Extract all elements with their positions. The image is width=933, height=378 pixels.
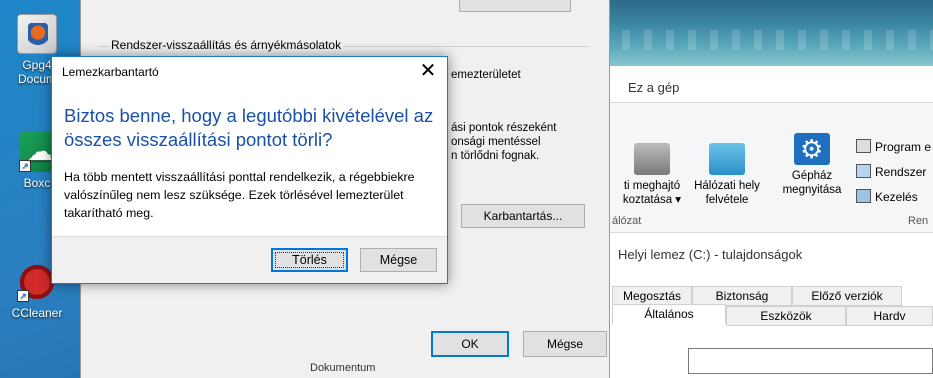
ribbon-item-label: koztatása ▾ [622,194,682,206]
tab-security[interactable]: Biztonság [692,286,792,306]
system-icon [856,164,871,178]
small-button-label: Rendszer [875,165,927,179]
ribbon-item-label: Gépház [791,170,833,182]
disk-cleanup-dialog: Lemezkarbantartó ✕ Biztos benne, hogy a … [51,56,448,284]
taskbar-item[interactable]: Dokumentum [290,358,430,378]
ribbon-item-label: ti meghajtó [623,180,681,192]
program-icon [856,139,871,153]
map-network-drive-button[interactable]: ti meghajtó koztatása ▾ [612,143,692,207]
focus-rectangle [275,252,344,268]
top-button-fragment[interactable] [459,0,571,12]
desktop-icon-label: CCleaner [11,306,63,320]
tab-previous-versions[interactable]: Előző verziók [792,286,902,306]
small-button-label: Kezelés [875,190,918,204]
dialog-body-text: Ha több mentett visszaállítási ponttal r… [64,170,415,220]
dialog-cancel-button[interactable]: Mégse [360,248,437,272]
system-properties-button[interactable]: Rendszer [856,164,926,179]
ribbon-section-system: Ren [908,215,929,227]
tab-general[interactable]: Általános [612,304,726,324]
close-icon[interactable]: ✕ [415,59,441,83]
dialog-footer: Törlés Mégse [52,236,447,283]
ribbon-item-label: felvétele [705,194,749,206]
uninstall-program-button[interactable]: Program e [856,139,931,154]
partial-text: ási pontok részeként [451,122,557,134]
cancel-button[interactable]: Mégse [523,331,607,357]
manage-button[interactable]: Kezelés [856,189,918,204]
small-button-label: Program e [875,140,932,154]
dialog-title: Lemezkarbantartó [62,65,159,79]
partial-text: n törlődni fognak. [451,150,540,162]
open-settings-button[interactable]: Gépház megnyitása [776,133,848,197]
gear-icon [794,133,830,165]
network-location-icon [709,143,745,175]
shortcut-arrow-icon: ↗ [19,160,31,172]
tab-hardware[interactable]: Hardv [846,306,933,326]
shortcut-arrow-icon: ↗ [17,290,29,302]
tab-sharing[interactable]: Megosztás [612,286,692,306]
ribbon-item-label: megnyitása [782,184,842,196]
delete-button[interactable]: Törlés [271,248,348,272]
dialog-heading: Biztos benne, hogy a legutóbbi kivételév… [64,105,434,150]
ribbon-item-label: Hálózati hely [694,180,760,192]
partial-text: emezterületet [451,69,521,81]
ok-button[interactable]: OK [431,331,509,357]
cleanup-button[interactable]: Karbantartás... [461,204,585,228]
add-network-location-button[interactable]: Hálózati hely felvétele [686,143,768,207]
label-input[interactable] [688,348,933,374]
ribbon-section-network: álózat [612,215,642,227]
manage-icon [856,189,871,203]
explorer-title: Ez a gép [628,80,680,95]
dialog-titlebar[interactable]: Lemezkarbantartó ✕ [52,57,447,87]
wallpaper-wave [600,30,933,50]
group-title: Rendszer-visszaállítás és árnyékmásolato… [109,38,344,52]
tab-tools[interactable]: Eszközök [726,306,846,326]
properties-title: Helyi lemez (C:) - tulajdonságok [618,247,803,262]
gpg-document-icon [17,14,57,54]
partial-text: onsági mentéssel [451,136,541,148]
network-drive-icon [634,143,670,175]
